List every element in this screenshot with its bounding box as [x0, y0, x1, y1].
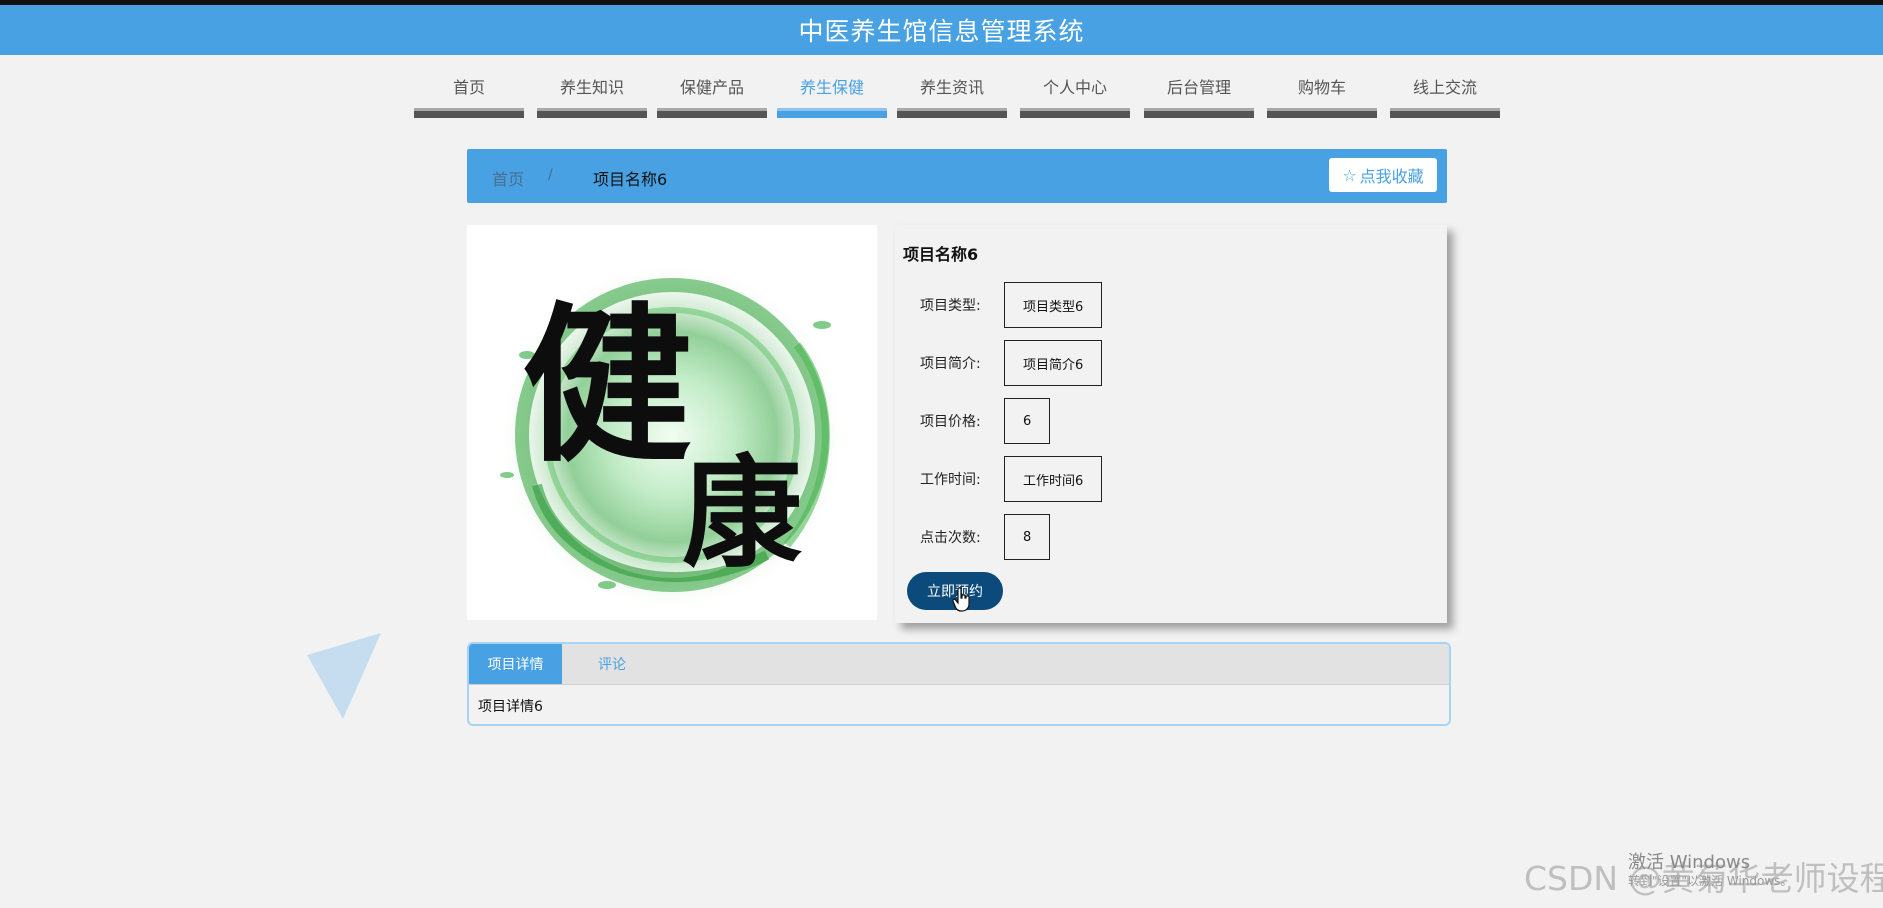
- nav-label: 线上交流: [1412, 78, 1477, 97]
- field-row-work-time: 工作时间: 工作时间6: [920, 456, 1103, 502]
- nav-underline: [657, 108, 767, 118]
- field-label: 点击次数:: [920, 530, 981, 546]
- nav-item-health-knowledge[interactable]: 养生知识: [537, 76, 647, 118]
- nav-item-online-chat[interactable]: 线上交流: [1390, 76, 1500, 118]
- nav-item-health-news[interactable]: 养生资讯: [897, 76, 1007, 118]
- nav-underline: [414, 108, 524, 118]
- nav-underline: [1390, 108, 1500, 118]
- nav-item-personal-center[interactable]: 个人中心: [1020, 76, 1130, 118]
- nav-label: 保健产品: [679, 78, 744, 97]
- nav-label: 养生保健: [799, 78, 864, 97]
- field-label: 项目简介:: [920, 356, 981, 372]
- nav-label: 养生资讯: [919, 78, 984, 97]
- breadcrumb-home-link[interactable]: 首页: [492, 166, 524, 190]
- tab-project-details[interactable]: 项目详情: [469, 644, 562, 684]
- product-info-panel: 项目名称6 项目类型: 项目类型6 项目简介: 项目简介6 项目价格: 6 工作…: [895, 225, 1447, 623]
- detail-tabs: 项目详情 评论 项目详情6: [467, 642, 1451, 726]
- site-header: 中医养生馆信息管理系统: [0, 5, 1883, 55]
- field-row-clicks: 点击次数: 8: [920, 514, 1051, 560]
- nav-underline: [897, 108, 1007, 118]
- image-char-kang: 康: [682, 443, 802, 584]
- field-label: 项目类型:: [920, 298, 981, 314]
- nav-item-admin[interactable]: 后台管理: [1144, 76, 1254, 118]
- product-image: 健 康: [467, 225, 877, 620]
- breadcrumb: 首页 / 项目名称6 ☆ 点我收藏: [467, 149, 1447, 203]
- hand-cursor-icon: [952, 587, 970, 612]
- field-value: 8: [1004, 514, 1051, 560]
- field-row-price: 项目价格: 6: [920, 398, 1051, 444]
- field-label: 项目价格:: [920, 414, 981, 430]
- nav-underline: [1144, 108, 1254, 118]
- health-calligraphy-image: 健 康: [467, 225, 877, 620]
- breadcrumb-current: 项目名称6: [593, 170, 668, 189]
- tab-content: 项目详情6: [478, 699, 543, 715]
- nav-item-cart[interactable]: 购物车: [1267, 76, 1377, 118]
- windows-activation-hint: 转到"设置"以激活 Windows。: [1628, 874, 1793, 888]
- field-value: 项目简介6: [1004, 340, 1103, 386]
- nav-underline: [537, 108, 647, 118]
- tabs-header: 项目详情 评论: [469, 644, 1449, 685]
- favorite-button[interactable]: ☆ 点我收藏: [1329, 158, 1437, 192]
- field-value: 工作时间6: [1004, 456, 1103, 502]
- breadcrumb-separator: /: [548, 167, 553, 183]
- field-value: 6: [1004, 398, 1051, 444]
- nav-item-home[interactable]: 首页: [414, 76, 524, 118]
- nav-underline: [777, 108, 887, 118]
- decorative-triangle: [307, 633, 381, 719]
- nav-label: 首页: [452, 78, 485, 97]
- windows-activation-title: 激活 Windows: [1628, 852, 1751, 873]
- star-outline-icon: ☆: [1342, 165, 1357, 185]
- field-label: 工作时间:: [920, 472, 981, 488]
- nav-label: 购物车: [1297, 78, 1346, 97]
- nav-item-health-products[interactable]: 保健产品: [657, 76, 767, 118]
- nav-label: 后台管理: [1166, 78, 1231, 97]
- nav-underline: [1267, 108, 1377, 118]
- nav-item-health-care[interactable]: 养生保健: [777, 76, 887, 118]
- image-char-jian: 健: [522, 286, 692, 486]
- tab-comments[interactable]: 评论: [562, 644, 662, 684]
- nav-label: 个人中心: [1042, 78, 1107, 97]
- favorite-label: 点我收藏: [1359, 167, 1424, 186]
- field-value: 项目类型6: [1004, 282, 1103, 328]
- nav-underline: [1020, 108, 1130, 118]
- site-title: 中医养生馆信息管理系统: [798, 17, 1085, 46]
- nav-label: 养生知识: [559, 78, 624, 97]
- product-name: 项目名称6: [903, 245, 979, 264]
- field-row-type: 项目类型: 项目类型6: [920, 282, 1103, 328]
- field-row-intro: 项目简介: 项目简介6: [920, 340, 1103, 386]
